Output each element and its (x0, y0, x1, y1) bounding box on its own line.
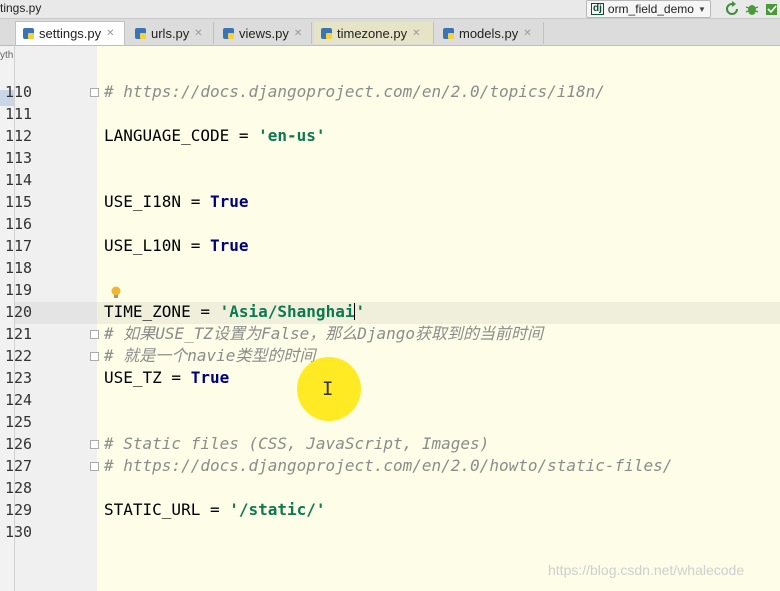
code-line-123: USE_TZ = True (104, 367, 229, 389)
line-number: 116 (5, 215, 33, 233)
ibeam-cursor-icon: I (322, 378, 334, 400)
keyword: True (209, 236, 249, 255)
python-file-icon (223, 27, 234, 39)
fold-marker[interactable] (90, 88, 99, 97)
window-file-title: tings.py (0, 1, 42, 15)
line-number: 127 (5, 457, 33, 475)
fold-marker[interactable] (90, 462, 99, 471)
variable: TIME_ZONE = (104, 302, 220, 321)
fold-marker[interactable] (90, 440, 99, 449)
line-number: 122 (5, 347, 33, 365)
python-file-icon (321, 27, 332, 39)
keyword: True (190, 368, 230, 387)
line-number: 112 (5, 127, 33, 145)
line-number: 126 (5, 435, 33, 453)
run-configuration-dropdown[interactable]: dj orm_field_demo ▼ (586, 0, 711, 18)
close-icon[interactable]: ✕ (523, 28, 531, 39)
coverage-icon[interactable] (764, 1, 780, 17)
tab-settings-py[interactable]: settings.py ✕ (15, 21, 125, 45)
line-number: 130 (5, 523, 33, 541)
code-line-126: # Static files (CSS, JavaScript, Images) (104, 434, 490, 453)
close-icon[interactable]: ✕ (412, 28, 420, 39)
chevron-down-icon: ▼ (697, 4, 706, 14)
tab-label: timezone.py (337, 25, 408, 41)
line-number: 125 (5, 413, 33, 431)
python-file-icon (23, 28, 34, 39)
tab-label: views.py (239, 25, 289, 41)
string-literal: '/static/' (229, 500, 326, 519)
close-icon[interactable]: ✕ (194, 28, 202, 39)
close-icon[interactable]: ✕ (294, 28, 302, 39)
line-number: 118 (5, 259, 33, 277)
line-number: 119 (5, 281, 33, 299)
variable: USE_TZ = (104, 368, 191, 387)
tab-label: urls.py (151, 25, 190, 41)
python-file-icon (135, 27, 146, 39)
keyword: True (209, 192, 249, 211)
line-number: 123 (5, 369, 33, 387)
variable: STATIC_URL = (104, 500, 230, 519)
tab-timezone-py[interactable]: timezone.py ✕ (314, 22, 434, 44)
python-file-icon (443, 27, 454, 39)
tab-views-py[interactable]: views.py ✕ (216, 22, 312, 44)
watermark: https://blog.csdn.net/whalecode (548, 562, 745, 578)
title-bar: tings.py dj orm_field_demo ▼ (0, 0, 780, 19)
tab-models-py[interactable]: models.py ✕ (436, 22, 544, 44)
variable: LANGUAGE_CODE = (104, 126, 259, 145)
code-line-122: # 就是一个navie类型的时间 (104, 346, 316, 365)
project-tree-fragment: yth (0, 50, 14, 61)
code-line-121: # 如果USE_TZ设置为False，那么Django获取到的当前时间 (104, 324, 544, 343)
code-line-117: USE_L10N = True (104, 235, 249, 257)
string-literal: Asia/Shanghai (229, 302, 355, 321)
line-number: 124 (5, 391, 33, 409)
tab-urls-py[interactable]: urls.py ✕ (128, 22, 214, 44)
line-number: 129 (5, 501, 33, 519)
line-number: 121 (5, 325, 33, 343)
line-number: 115 (5, 193, 33, 211)
fold-marker[interactable] (90, 352, 99, 361)
code-line-110: # https://docs.djangoproject.com/en/2.0/… (104, 82, 605, 101)
debug-bug-icon[interactable] (744, 1, 760, 17)
code-line-115: USE_I18N = True (104, 191, 249, 213)
line-number: 117 (5, 237, 33, 255)
tab-label: settings.py (39, 26, 102, 41)
line-number: 110 (5, 83, 33, 101)
tab-label: models.py (459, 25, 519, 41)
line-number: 114 (5, 171, 33, 189)
code-line-112: LANGUAGE_CODE = 'en-us' (104, 125, 326, 147)
line-number: 113 (5, 149, 33, 167)
editor-tab-bar: settings.py ✕ urls.py ✕ views.py ✕ timez… (0, 19, 780, 46)
code-line-120: TIME_ZONE = 'Asia/Shanghai' (104, 301, 365, 323)
string-quote: ' (219, 302, 230, 321)
code-line-129: STATIC_URL = '/static/' (104, 499, 326, 521)
code-line-127: # https://docs.djangoproject.com/en/2.0/… (104, 456, 673, 475)
string-quote: ' (355, 302, 366, 321)
lightbulb-icon[interactable] (110, 285, 122, 301)
variable: USE_I18N = (104, 192, 210, 211)
run-configuration-label: orm_field_demo (607, 2, 694, 16)
line-number: 128 (5, 479, 33, 497)
rerun-icon[interactable] (724, 1, 740, 17)
close-icon[interactable]: ✕ (106, 28, 114, 39)
fold-marker[interactable] (90, 330, 99, 339)
line-number: 111 (5, 105, 33, 123)
variable: USE_L10N = (104, 236, 210, 255)
line-number: 120 (5, 303, 33, 321)
string-literal: 'en-us' (258, 126, 326, 145)
django-icon: dj (591, 3, 604, 15)
